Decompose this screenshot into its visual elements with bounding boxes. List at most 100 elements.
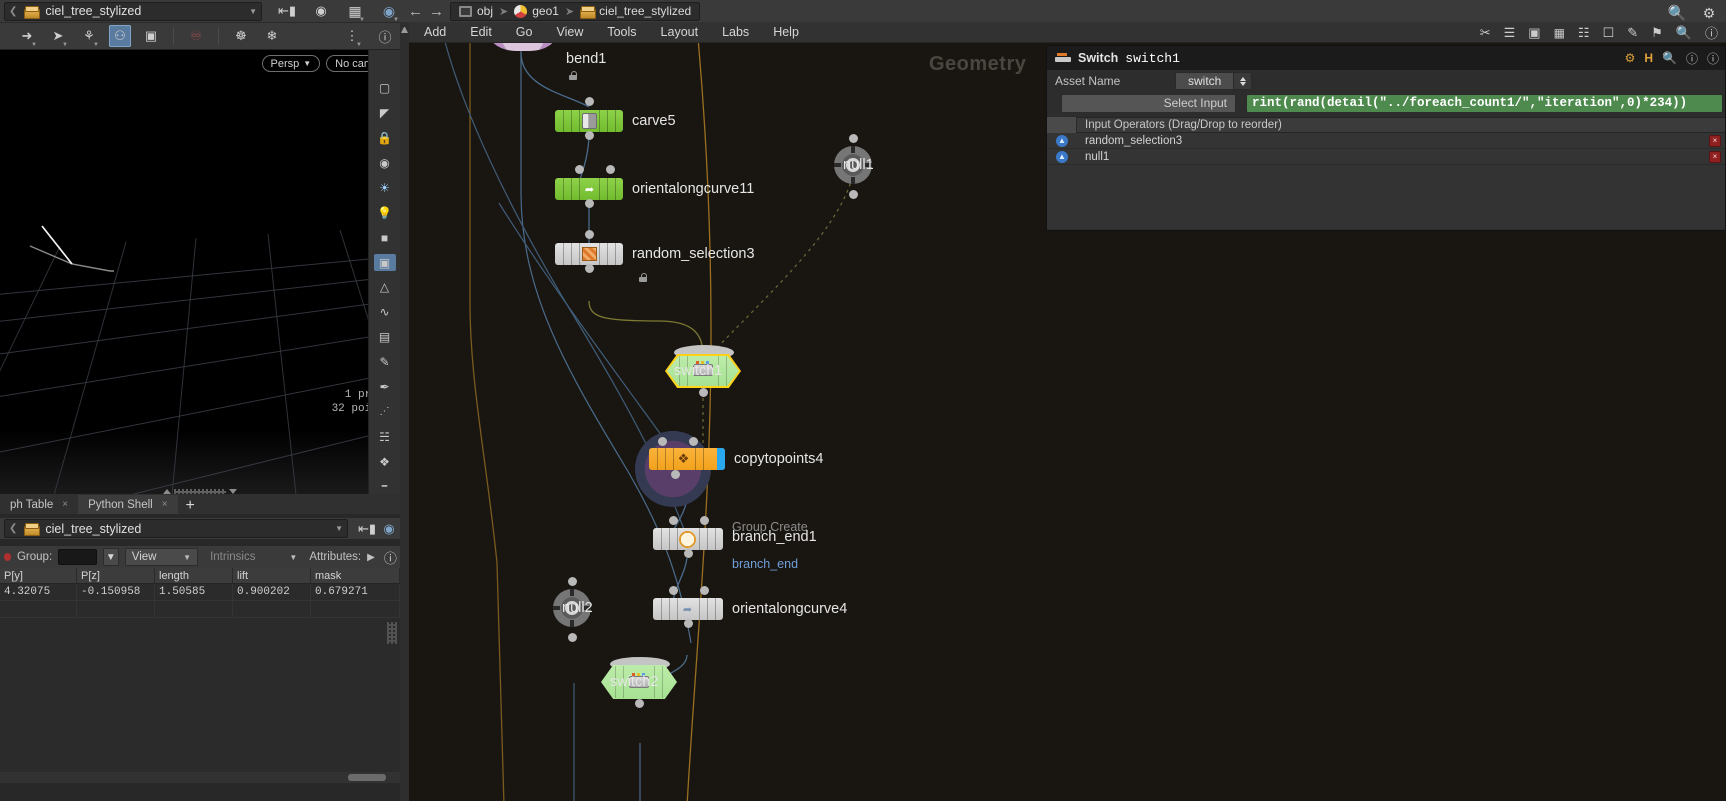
node-input-connector[interactable]: [575, 165, 584, 174]
node-output-connector[interactable]: [568, 633, 577, 642]
select-point-icon[interactable]: ➤ ▼: [47, 25, 69, 48]
menu-view[interactable]: View: [544, 22, 595, 43]
node-input-connector[interactable]: [568, 577, 577, 586]
menu-edit[interactable]: Edit: [458, 22, 504, 43]
stepper-down-icon[interactable]: [1239, 81, 1246, 86]
add-tab-button[interactable]: +: [178, 498, 203, 514]
spreadsheet-help-icon[interactable]: ⓘ: [381, 546, 400, 568]
splitter-grip[interactable]: [174, 488, 226, 494]
select-input-label[interactable]: Select Input: [1061, 93, 1236, 113]
measure-icon[interactable]: ◤: [374, 105, 396, 122]
target-icon[interactable]: ◉: [378, 518, 400, 540]
tools-icon[interactable]: ✂: [1480, 25, 1491, 41]
asset-name-stepper[interactable]: [1233, 73, 1252, 89]
tree-list-icon[interactable]: ☰: [1504, 25, 1516, 41]
attributes-expand-icon[interactable]: ▶: [367, 552, 375, 563]
node-input-connector-2[interactable]: [700, 516, 709, 525]
display-flag[interactable]: [717, 448, 725, 470]
info-icon[interactable]: ⓘ: [1686, 50, 1698, 67]
input-order-icon[interactable]: ▲: [1047, 150, 1077, 163]
scrollbar-thumb[interactable]: [348, 774, 386, 781]
node-input-connector-2[interactable]: [700, 586, 709, 595]
list-item[interactable]: ▲ null1 ×: [1047, 149, 1725, 165]
view-mode-chip[interactable]: Persp ▼: [261, 55, 321, 72]
splitter-up-icon[interactable]: [163, 488, 171, 494]
bookmark-icon[interactable]: ⚑: [1651, 25, 1663, 41]
hair-icon[interactable]: ⋰: [374, 403, 396, 420]
node-input-connector[interactable]: [585, 97, 594, 106]
pin-icon[interactable]: ⇤▮: [276, 0, 298, 22]
group-input[interactable]: [58, 549, 97, 565]
houdini-h-icon[interactable]: H: [1644, 51, 1653, 65]
layout-grid-icon[interactable]: ☷: [1578, 25, 1590, 41]
parameter-pane[interactable]: Switch switch1 ⚙ H 🔍 ⓘ ⓘ Asset Name swit…: [1046, 45, 1726, 231]
select-arrow-icon[interactable]: ➜ ▼: [16, 25, 38, 48]
stepper-up-icon[interactable]: [1239, 76, 1246, 81]
node-output-connector[interactable]: [635, 699, 644, 708]
intrinsics-dropdown[interactable]: Intrinsics ▼: [204, 548, 303, 566]
notes-icon[interactable]: ✎: [1627, 25, 1638, 41]
menu-add[interactable]: Add: [412, 22, 458, 43]
scroll-up-icon[interactable]: [401, 24, 408, 33]
node-output-connector[interactable]: [699, 388, 708, 397]
node-output-connector[interactable]: [849, 190, 858, 199]
brush-icon[interactable]: ✎: [374, 354, 396, 371]
node-random_selection3[interactable]: random_selection3: [555, 230, 755, 282]
select-all-checkbox[interactable]: [1047, 117, 1077, 133]
handle-icon[interactable]: ⚘ ▼: [78, 25, 100, 48]
bulb-icon[interactable]: 💡: [374, 204, 396, 221]
light-icon[interactable]: ☀: [374, 180, 396, 197]
network-vertical-scrollbar[interactable]: [400, 22, 409, 801]
node-output-connector[interactable]: [585, 131, 594, 140]
pane-splitter[interactable]: [0, 487, 400, 495]
no-entry-icon[interactable]: ♾: [185, 25, 207, 47]
node-orientalongcurve11[interactable]: ➦ orientalongcurve11: [555, 165, 754, 208]
pin-icon[interactable]: ⇤▮: [356, 518, 378, 540]
grid-icon[interactable]: ▤: [374, 329, 396, 346]
list-icon[interactable]: ▣: [1528, 25, 1540, 41]
display-mode-icon[interactable]: ▣: [373, 254, 396, 271]
splitter-down-icon[interactable]: [229, 488, 237, 494]
breadcrumb-item-obj[interactable]: obj: [459, 4, 493, 18]
path-dropdown-icon[interactable]: ▼: [249, 7, 257, 16]
back-arrow-icon[interactable]: ←: [408, 4, 423, 19]
viewport-3d[interactable]: Persp ▼ No cam ▼ 1 prims 32 points ▢ ◤ 🔒…: [0, 50, 400, 495]
tab-geometry-spreadsheet[interactable]: ph Table ×: [0, 495, 79, 514]
lock-icon[interactable]: 🔒: [374, 130, 396, 147]
param-node-name[interactable]: switch1: [1125, 51, 1180, 66]
path-dropdown-icon[interactable]: ▼: [335, 524, 343, 533]
close-icon[interactable]: ×: [62, 499, 68, 510]
close-icon[interactable]: ×: [162, 499, 168, 510]
menu-tools[interactable]: Tools: [595, 22, 648, 43]
snapping-icon[interactable]: ⚇: [109, 25, 131, 47]
list-item[interactable]: ▲ random_selection3 ×: [1047, 133, 1725, 149]
spreadsheet-path-field[interactable]: ❮ ciel_tree_stylized ▼: [4, 519, 348, 538]
menu-help[interactable]: Help: [761, 22, 811, 43]
ghost-icon[interactable]: ◉: [374, 155, 396, 172]
cloth-icon[interactable]: ☵: [374, 428, 396, 445]
table-row[interactable]: [0, 601, 400, 618]
display-options-icon[interactable]: ⋮ ▼: [341, 25, 363, 48]
node-input-connector-2[interactable]: [606, 165, 615, 174]
help-icon[interactable]: ⓘ: [1705, 23, 1718, 42]
pane-resize-grip[interactable]: [387, 622, 397, 644]
spreadsheet-scrollbar[interactable]: [0, 772, 400, 783]
network-settings-icon[interactable]: ⚙: [1698, 2, 1720, 24]
snapshot-icon[interactable]: ☐: [1603, 25, 1615, 41]
select-input-expression[interactable]: rint(rand(detail("../foreach_count1/","i…: [1246, 93, 1723, 113]
tab-python-shell[interactable]: Python Shell ×: [78, 495, 178, 514]
view-select-icon[interactable]: ▣: [140, 25, 162, 47]
viewport-help-icon[interactable]: ⓘ: [374, 25, 396, 47]
table-row[interactable]: 4.32075 -0.150958 1.50585 0.900202 0.679…: [0, 584, 400, 601]
view-icon[interactable]: ▢: [374, 80, 396, 97]
input-order-icon[interactable]: ▲: [1047, 134, 1077, 147]
node-bend1[interactable]: bend1: [489, 43, 606, 80]
edge-icon[interactable]: △: [374, 279, 396, 296]
breadcrumb-item-subnet[interactable]: ciel_tree_stylized: [580, 4, 691, 19]
node-output-connector[interactable]: [585, 264, 594, 273]
breadcrumb-item-geo1[interactable]: geo1: [514, 4, 559, 18]
node-input-connector[interactable]: [669, 516, 678, 525]
material-icon[interactable]: ■: [374, 229, 396, 246]
delete-icon[interactable]: ×: [1709, 134, 1721, 147]
manipulator-icon[interactable]: ☸: [230, 25, 252, 47]
